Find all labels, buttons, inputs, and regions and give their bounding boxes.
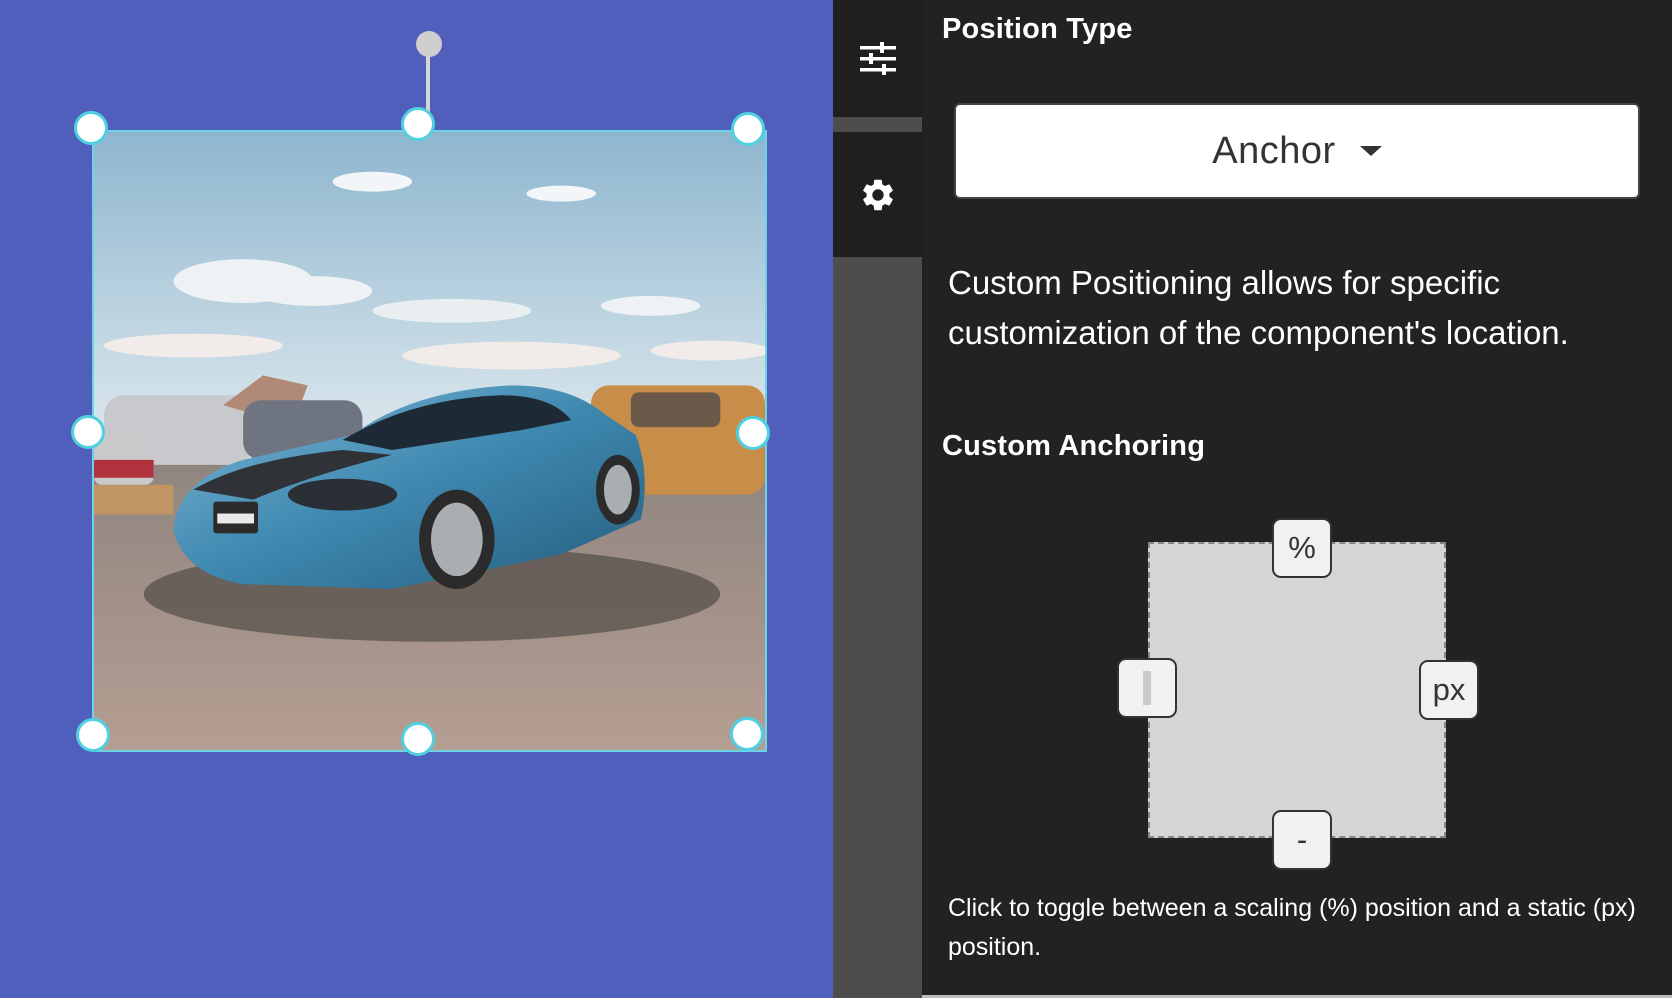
settings-tab[interactable] — [833, 132, 922, 257]
caret-down-icon — [1359, 146, 1382, 156]
custom-anchoring-heading: Custom Anchoring — [942, 430, 1206, 462]
design-canvas[interactable] — [0, 0, 833, 998]
anchoring-hint: Click to toggle between a scaling (%) po… — [948, 894, 1636, 961]
car-photo — [94, 132, 765, 750]
resize-handle-top-left[interactable] — [74, 111, 108, 145]
selected-image-component[interactable] — [92, 130, 767, 752]
sliders-icon — [859, 41, 896, 75]
position-type-select[interactable]: Anchor — [954, 103, 1640, 199]
resize-handle-top-right[interactable] — [731, 112, 765, 146]
resize-handle-left[interactable] — [71, 415, 105, 449]
position-type-heading: Position Type — [942, 13, 1133, 45]
resize-handle-bottom-left[interactable] — [76, 718, 110, 752]
panel-icon-rail — [833, 0, 922, 998]
rail-divider — [833, 117, 922, 132]
gear-icon — [862, 179, 893, 210]
resize-handle-top[interactable] — [401, 107, 435, 141]
anchor-bottom-toggle[interactable]: - — [1272, 810, 1332, 870]
rotate-handle[interactable] — [416, 31, 442, 57]
anchor-left-toggle[interactable] — [1117, 658, 1177, 718]
layout-settings-tab[interactable] — [833, 0, 922, 117]
properties-panel: Position Type Anchor Custom Positioning … — [922, 0, 1672, 998]
resize-handle-bottom[interactable] — [401, 722, 435, 756]
resize-handle-right[interactable] — [736, 416, 770, 450]
anchor-top-toggle[interactable]: % — [1272, 518, 1332, 578]
text-cursor-icon — [1143, 671, 1151, 705]
resize-handle-bottom-right[interactable] — [730, 717, 764, 751]
position-description: Custom Positioning allows for specific c… — [948, 264, 1569, 351]
anchor-preview-box — [1148, 542, 1446, 838]
position-type-value: Anchor — [1212, 129, 1336, 172]
anchor-right-toggle[interactable]: px — [1419, 660, 1479, 720]
